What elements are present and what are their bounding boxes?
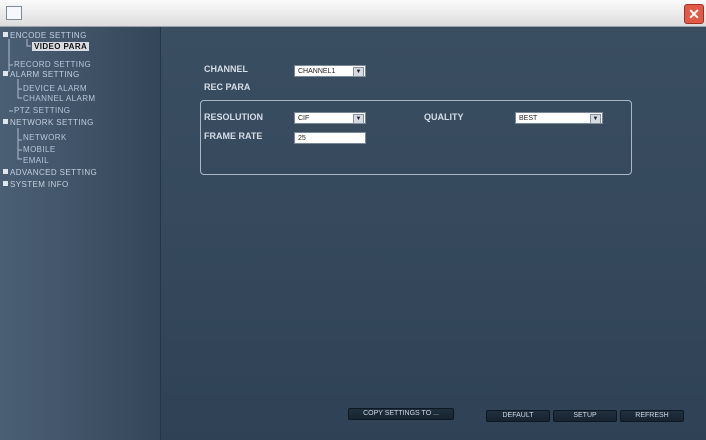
quality-select[interactable]: BEST ▼ [515,112,603,124]
sidebar-item-system-info[interactable]: SYSTEM INFO [3,179,69,190]
resolution-select[interactable]: CIF ▼ [294,112,366,124]
sidebar-item-email[interactable]: EMAIL [23,155,49,166]
collapse-icon [3,119,8,124]
rec-para-heading: REC PARA [204,82,251,92]
resolution-label: RESOLUTION [204,112,264,122]
app-window: ✕ ENCODE SETTING VIDEO PARA RECORD SETTI… [0,0,706,440]
title-bar: ✕ [0,0,706,27]
channel-select[interactable]: CHANNEL1 ▼ [294,65,366,77]
expand-icon [3,169,8,174]
window-icon [6,6,22,20]
sidebar-item-ptz-setting[interactable]: PTZ SETTING [14,105,70,116]
close-button[interactable]: ✕ [684,4,704,24]
dropdown-arrow-icon: ▼ [353,67,364,77]
sidebar-item-mobile[interactable]: MOBILE [23,144,56,155]
dropdown-arrow-icon: ▼ [353,114,364,124]
frame-rate-input[interactable]: 25 [294,132,366,144]
expand-icon [3,181,8,186]
frame-rate-label: FRAME RATE [204,131,263,141]
collapse-icon [3,32,8,37]
settings-panel: CHANNEL CHANNEL1 ▼ REC PARA RESOLUTION C… [161,27,706,440]
sidebar-item-network[interactable]: NETWORK [23,132,67,143]
setup-button[interactable]: SETUP [553,410,617,422]
sidebar-item-advanced-setting[interactable]: ADVANCED SETTING [3,167,97,178]
sidebar-item-alarm-setting[interactable]: ALARM SETTING [3,69,80,80]
collapse-icon [3,71,8,76]
sidebar-item-network-setting[interactable]: NETWORK SETTING [3,117,94,128]
refresh-button[interactable]: REFRESH [620,410,684,422]
sidebar-item-video-para[interactable]: VIDEO PARA [32,41,90,52]
copy-settings-button[interactable]: COPY SETTINGS TO ... [348,408,454,420]
settings-sidebar: ENCODE SETTING VIDEO PARA RECORD SETTING… [0,27,161,440]
quality-label: QUALITY [424,112,464,122]
default-button[interactable]: DEFAULT [486,410,550,422]
sidebar-item-channel-alarm[interactable]: CHANNEL ALARM [23,93,95,104]
channel-label: CHANNEL [204,64,248,74]
dropdown-arrow-icon: ▼ [590,114,601,124]
sidebar-item-encode-setting[interactable]: ENCODE SETTING [3,30,87,41]
